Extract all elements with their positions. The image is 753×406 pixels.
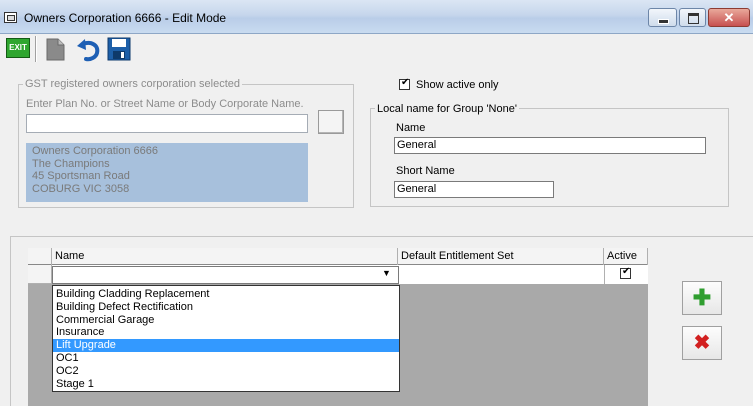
dropdown-option[interactable]: Building Defect Rectification	[53, 301, 399, 314]
address-line: Owners Corporation 6666	[32, 145, 158, 157]
gst-group-legend: GST registered owners corporation select…	[23, 78, 243, 90]
address-line: The Champions	[32, 157, 110, 170]
minimize-button[interactable]	[648, 8, 677, 27]
short-name-label: Short Name	[396, 165, 455, 177]
delete-icon: ✖	[693, 332, 711, 354]
minimize-icon	[658, 19, 669, 24]
maximize-icon	[688, 13, 699, 24]
column-header-name[interactable]: Name	[52, 248, 398, 265]
name-combo[interactable]	[52, 266, 399, 284]
new-document-icon	[46, 38, 65, 61]
dropdown-option[interactable]: Insurance	[53, 326, 399, 339]
close-icon: ✕	[723, 10, 735, 25]
name-dropdown-list[interactable]: Building Cladding Replacement Building D…	[52, 285, 400, 392]
show-active-checkbox[interactable]	[399, 77, 410, 90]
delete-button[interactable]: ✖	[682, 326, 722, 360]
window-title: Owners Corporation 6666 - Edit Mode	[24, 11, 227, 25]
maximize-button[interactable]	[679, 8, 706, 27]
undo-icon	[77, 39, 100, 62]
plus-icon: ✚	[692, 285, 712, 310]
undo-button[interactable]	[75, 37, 101, 62]
header-corner	[28, 248, 52, 265]
new-document-button[interactable]	[44, 37, 66, 62]
column-header-entitlement[interactable]: Default Entitlement Set	[398, 248, 604, 265]
row-selector[interactable]	[28, 265, 52, 284]
show-active-label[interactable]: Show active only	[416, 79, 499, 91]
active-checkbox[interactable]	[620, 266, 631, 279]
toolbar-separator	[35, 36, 37, 62]
dropdown-option[interactable]: Building Cladding Replacement	[53, 288, 399, 301]
address-panel: Owners Corporation 6666 The Champions 45…	[26, 143, 308, 202]
dropdown-option[interactable]: Stage 1	[53, 378, 399, 391]
name-label: Name	[396, 122, 426, 134]
dropdown-option[interactable]: Commercial Garage	[53, 314, 399, 327]
short-name-field[interactable]: General	[394, 181, 554, 198]
column-header-active[interactable]: Active	[604, 248, 648, 265]
plan-search-input[interactable]	[26, 114, 308, 133]
address-line: 45 Sportsman Road	[32, 170, 130, 182]
grid-header: Name Default Entitlement Set Active	[28, 248, 648, 265]
app-icon[interactable]	[4, 12, 17, 23]
name-field[interactable]: General	[394, 137, 706, 154]
dropdown-option[interactable]: OC1	[53, 352, 399, 365]
local-name-legend: Local name for Group 'None'	[375, 103, 519, 115]
address-line: COBURG VIC 3058	[32, 182, 130, 195]
dropdown-option[interactable]: OC2	[53, 365, 399, 378]
close-button[interactable]: ✕	[708, 8, 750, 27]
add-button[interactable]: ✚	[682, 281, 722, 315]
entitlement-cell[interactable]	[399, 265, 605, 284]
search-button[interactable]	[318, 110, 344, 134]
dropdown-option-selected[interactable]: Lift Upgrade	[53, 339, 399, 352]
exit-button[interactable]: EXIT	[6, 38, 30, 58]
save-button[interactable]	[107, 37, 131, 61]
search-prompt: Enter Plan No. or Street Name or Body Co…	[26, 98, 304, 110]
save-icon	[107, 37, 131, 61]
chevron-down-icon[interactable]: ▼	[382, 268, 391, 278]
